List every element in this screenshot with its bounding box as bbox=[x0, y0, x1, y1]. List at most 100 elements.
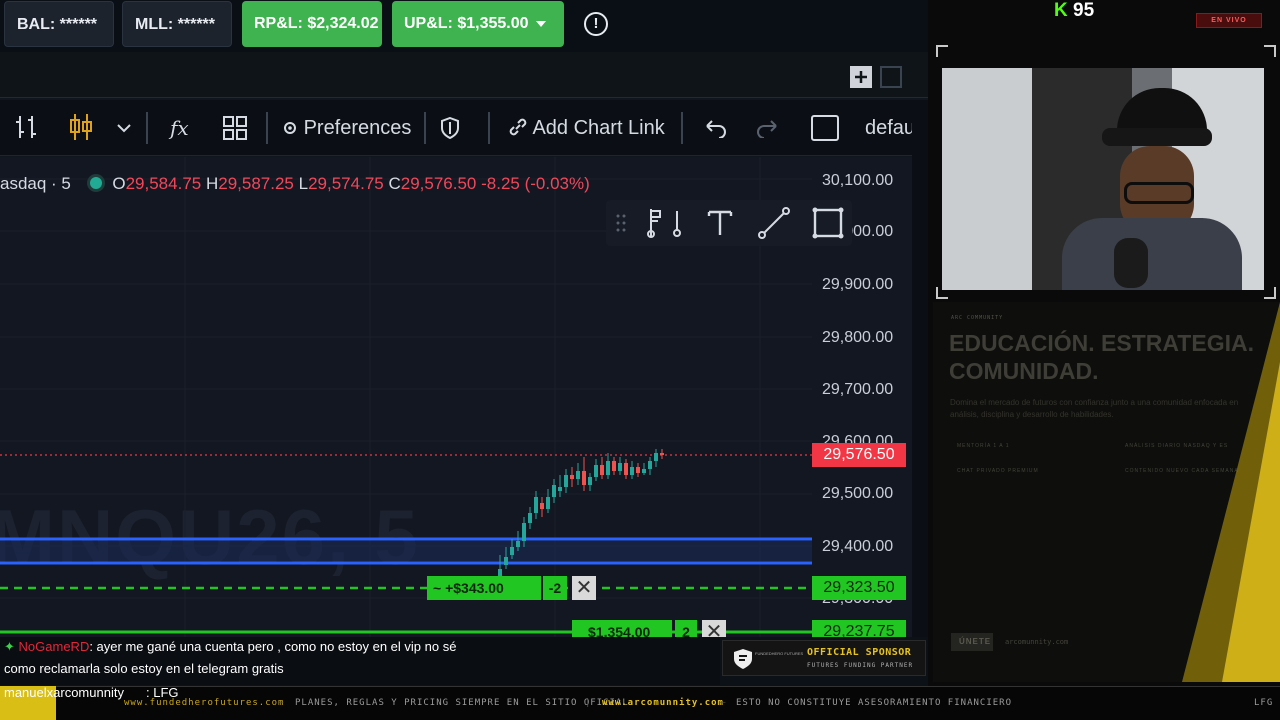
chat-message: ✦ NoGameRD: ayer me gané una cuenta pero… bbox=[4, 639, 456, 655]
ticker-item: PLANES, REGLAS Y PRICING SIEMPRE EN EL S… bbox=[295, 698, 629, 708]
chat-overlay: ✦ NoGameRD: ayer me gané una cuenta pero… bbox=[0, 637, 720, 685]
templates-grid-icon[interactable] bbox=[223, 116, 247, 140]
candle-body bbox=[600, 465, 604, 475]
stream-overlay: { "account": { "bal_label": "BAL: ******… bbox=[0, 0, 1280, 720]
promo-url: arcomunnity.com bbox=[1005, 638, 1069, 646]
candle-body bbox=[570, 475, 574, 479]
viewer-count: 95 bbox=[1073, 0, 1095, 21]
low-label: L bbox=[298, 174, 309, 193]
gold-stripe-decoration bbox=[1182, 302, 1280, 682]
drawing-toolbar bbox=[606, 200, 852, 246]
ticker-item: LFG bbox=[1254, 698, 1274, 708]
candle-body bbox=[558, 487, 562, 491]
drag-handle-icon[interactable] bbox=[616, 214, 626, 232]
account-bar: BAL: ****** MLL: ****** RP&L: $2,324.02 … bbox=[0, 0, 928, 52]
cancel-order-icon[interactable]: ✕ bbox=[702, 620, 726, 637]
candle-body bbox=[582, 471, 586, 485]
chat-message: manuelxarcomunnity : LFG bbox=[0, 685, 300, 703]
join-button-label: ÚNETE bbox=[959, 637, 992, 646]
text-tool-icon[interactable] bbox=[707, 209, 733, 237]
toolbar-separator bbox=[266, 112, 268, 144]
ticker-item: ESTO NO CONSTITUYE ASESORAMIENTO FINANCI… bbox=[736, 698, 1012, 708]
candles-icon[interactable] bbox=[68, 113, 94, 141]
window-titlebar bbox=[0, 52, 928, 98]
promo-eyebrow: ARC COMMUNITY bbox=[951, 315, 1004, 321]
chat-username: NoGameRD bbox=[18, 639, 90, 654]
promo-feature: MENTORÍA 1 A 1 bbox=[957, 443, 1010, 449]
close-label: C bbox=[388, 174, 401, 193]
chart-window: fx Preferences Add Chart Link defau MNQU… bbox=[0, 52, 928, 637]
price-label: 30,100.00 bbox=[822, 172, 894, 189]
price-label: 29,500.00 bbox=[822, 485, 894, 502]
candle-body bbox=[546, 497, 550, 509]
shield-icon[interactable] bbox=[440, 117, 460, 139]
fullscreen-icon[interactable] bbox=[811, 115, 839, 141]
webcam-feed bbox=[942, 68, 1264, 290]
caret-down-icon bbox=[536, 21, 546, 27]
candle-body bbox=[552, 485, 556, 497]
candle-body bbox=[624, 463, 628, 475]
last-price-marker: 29,576.50 bbox=[812, 443, 906, 467]
open-label: O bbox=[112, 174, 126, 193]
stream-side-panel: K 95 EN VIVO ARC COMMUNITY EDUCACIÓN. ES… bbox=[928, 0, 1280, 686]
warning-icon[interactable]: ! bbox=[584, 12, 608, 36]
chart-scroll-edge bbox=[912, 100, 928, 637]
order-pnl-tag[interactable]: $1,354.00 bbox=[572, 620, 672, 637]
toolbar-separator bbox=[424, 112, 426, 144]
candle-body bbox=[636, 467, 640, 473]
rectangle-tool-icon[interactable] bbox=[811, 206, 845, 240]
undo-icon[interactable] bbox=[703, 118, 727, 138]
preferences-label: Preferences bbox=[303, 117, 412, 139]
candle-body bbox=[504, 557, 508, 565]
candle-body bbox=[660, 453, 664, 455]
order-qty-tag[interactable]: 2 bbox=[675, 620, 697, 637]
flag-marker-icon[interactable] bbox=[646, 207, 682, 239]
candle-body bbox=[642, 469, 646, 473]
candle-body bbox=[528, 513, 532, 523]
position-qty-tag[interactable]: -2 bbox=[543, 576, 567, 600]
price-label: 29,900.00 bbox=[822, 276, 894, 293]
diamond-badge-icon: ✦ bbox=[4, 639, 15, 654]
unrealized-pnl-dropdown[interactable]: UP&L: $1,355.00 bbox=[392, 1, 564, 47]
order-pnl: $1,354.00 bbox=[588, 624, 651, 637]
chart-toolbar: fx Preferences Add Chart Link defau bbox=[0, 100, 915, 156]
preferences-button[interactable]: Preferences bbox=[282, 110, 411, 146]
candle-body bbox=[618, 463, 622, 471]
balance-badge: BAL: ****** bbox=[4, 1, 114, 47]
sponsor-title: OFFICIAL SPONSOR bbox=[807, 647, 912, 658]
toolbar-separator bbox=[488, 112, 490, 144]
sponsor-badge: FUNDEDHERO FUTURES OFFICIAL SPONSOR FUTU… bbox=[722, 640, 926, 676]
chevron-down-icon[interactable] bbox=[117, 123, 131, 133]
add-chart-link-button[interactable]: Add Chart Link bbox=[508, 110, 665, 146]
ohlc-legend: asdaq · 5 O29,584.75 H29,587.25 L29,574.… bbox=[0, 174, 590, 194]
price-label: 29,700.00 bbox=[822, 381, 894, 398]
sponsor-subtitle: FUTURES FUNDING PARTNER bbox=[807, 662, 914, 669]
bars-style-icon[interactable] bbox=[14, 114, 38, 140]
position-pnl-tag[interactable]: ~ +$343.00 bbox=[427, 576, 541, 600]
order-price-marker: 29,323.50 bbox=[812, 576, 906, 600]
layout-name[interactable]: defau bbox=[865, 110, 915, 146]
candle-body bbox=[648, 461, 652, 469]
candle-body bbox=[630, 467, 634, 475]
candle-body bbox=[540, 503, 544, 509]
candle-body bbox=[606, 461, 610, 475]
candle-body bbox=[612, 461, 616, 471]
high-label: H bbox=[205, 174, 219, 193]
symbol-label: asdaq · 5 bbox=[0, 174, 71, 193]
maximize-icon[interactable] bbox=[880, 66, 902, 88]
promo-feature: CHAT PRIVADO PREMIUM bbox=[957, 468, 1039, 474]
join-button[interactable]: ÚNETE bbox=[951, 633, 993, 651]
add-tab-icon[interactable] bbox=[850, 66, 872, 88]
live-badge: EN VIVO bbox=[1196, 13, 1262, 28]
unrealized-pnl-label: UP&L: $1,355.00 bbox=[404, 15, 529, 32]
indicators-button[interactable]: fx bbox=[170, 110, 189, 146]
open-value: 29,584.75 bbox=[125, 174, 202, 193]
ticker-separator: | bbox=[585, 698, 592, 708]
trend-line-icon[interactable] bbox=[757, 206, 791, 240]
redo-icon[interactable] bbox=[756, 118, 780, 138]
price-label: 29,800.00 bbox=[822, 329, 894, 346]
promo-panel: ARC COMMUNITY EDUCACIÓN. ESTRATEGIA. COM… bbox=[933, 302, 1280, 682]
close-position-icon[interactable]: ✕ bbox=[572, 576, 596, 600]
candle-body bbox=[510, 547, 514, 555]
add-chart-link-label: Add Chart Link bbox=[532, 117, 665, 139]
